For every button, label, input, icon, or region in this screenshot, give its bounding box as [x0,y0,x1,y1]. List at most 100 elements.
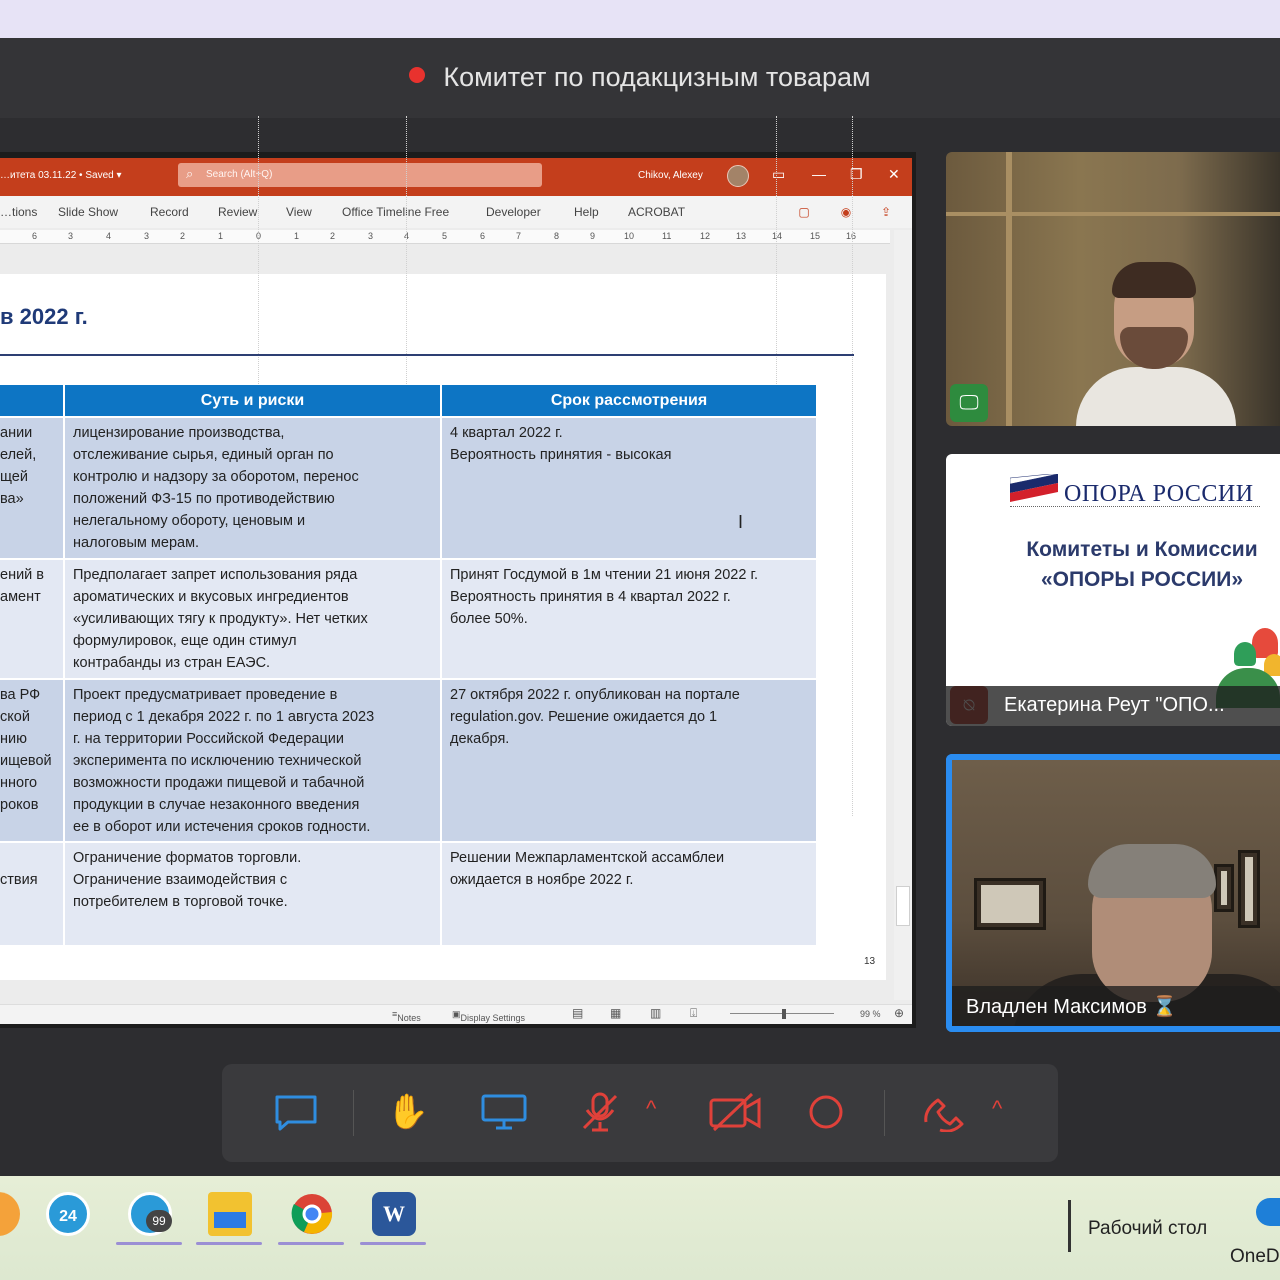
mic-options-chevron-icon[interactable]: ^ [646,1096,656,1122]
taskbar-meeting-app-icon[interactable]: 24 [46,1192,90,1236]
ruler-tick: 3 [368,231,374,241]
table-cell: Решении Межпарламентской ассамблеи ожида… [442,841,818,945]
ruler-tick: 13 [736,231,747,241]
table-cell: ва РФ ской нию ищевой нного роков [0,678,65,841]
search-placeholder: Search (Alt+Q) [206,169,273,180]
active-app-indicator [278,1242,344,1245]
ruler-tick: 11 [662,231,672,241]
tab-review[interactable]: Review [218,205,257,219]
file-name[interactable]: …итета 03.11.22 • Saved ▾ [0,170,121,181]
active-app-indicator [116,1242,182,1245]
tab-office-timeline[interactable]: Office Timeline Free [342,205,449,219]
camera-off-icon[interactable] [708,1092,762,1132]
opora-line1: Комитеты и Комиссии [1026,538,1258,561]
notes-label: Notes [397,1013,421,1023]
table-cell: ании елей, щей ва» [0,416,65,558]
table-cell: Принят Госдумой в 1м чтении 21 июня 2022… [442,558,818,678]
table-cell: 4 квартал 2022 г. Вероятность принятия -… [442,416,818,558]
search-icon: ⌕ [186,166,194,181]
tab-view[interactable]: View [286,205,312,219]
search-box[interactable]: ⌕ Search (Alt+Q) [178,163,542,187]
notes-button[interactable]: ≡ Notes [392,1009,421,1023]
participant-name: Екатерина Реут "ОПО... [946,686,1280,726]
screen-share-icon[interactable] [480,1092,528,1132]
table-cell: Предполагает запрет использования ряда а… [65,558,442,678]
comments-icon[interactable]: ▢ [794,202,814,222]
participant-video [1076,367,1236,426]
slide-sorter-icon[interactable]: ▦ [610,1006,621,1020]
active-app-indicator [360,1242,426,1245]
opora-logo-tagline [1010,506,1260,510]
tab-transitions[interactable]: …tions [0,205,37,219]
powerpoint-status-bar: ≡ Notes ▣ Display Settings ▤ ▦ ▥ ⍗ 99 % … [0,1004,912,1024]
wall-trim [1006,152,1012,426]
tab-acrobat[interactable]: ACROBAT [628,205,685,219]
tab-help[interactable]: Help [574,205,599,219]
ruler-tick: 8 [554,231,560,241]
tab-slide-show[interactable]: Slide Show [58,205,118,219]
table-header-col1 [0,385,65,416]
participant-tile-2[interactable]: ОПОРА РОССИИ Комитеты и Комиссии «ОПОРЫ … [946,454,1280,726]
file-explorer-icon[interactable] [208,1192,252,1236]
meeting-title: Комитет по подакцизным товарам [0,62,1280,93]
tab-developer[interactable]: Developer [486,205,541,219]
presenter-view-icon[interactable]: ⍗ [690,1006,697,1021]
ruler-tick: 1 [218,231,224,241]
hang-up-options-chevron-icon[interactable]: ^ [992,1096,1002,1122]
ribbon-display-icon[interactable]: ▭ [772,166,785,183]
close-icon[interactable]: ✕ [888,166,900,183]
word-icon[interactable]: W [372,1192,416,1236]
ruler-tick: 6 [32,231,38,241]
vertical-scrollbar[interactable] [894,230,912,1000]
wall-trim [946,212,1280,216]
ruler-tick: 5 [442,231,448,241]
show-desktop-divider [1068,1200,1071,1252]
normal-view-icon[interactable]: ▤ [572,1006,583,1020]
screen-share-icon: 🖵 [950,384,988,422]
taskbar-app-icon[interactable] [0,1192,20,1236]
notification-badge: 99 [146,1210,172,1232]
participant-video [1120,327,1188,369]
participant-video [1112,262,1196,298]
tab-record[interactable]: Record [150,205,189,219]
ruler-tick: 9 [590,231,596,241]
chrome-icon[interactable] [290,1192,334,1236]
ruler-tick: 6 [480,231,486,241]
horizontal-ruler: 6 3 4 3 2 1 0 1 2 3 4 5 6 7 8 9 10 11 12… [0,230,890,244]
wall-picture [974,878,1046,930]
top-strip [0,0,1280,38]
table-cell: ствия [0,841,65,945]
onedrive-cloud-icon[interactable] [1256,1198,1280,1226]
ruler-tick: 3 [144,231,150,241]
share-icon[interactable]: ⇪ [876,202,896,222]
chat-icon[interactable] [274,1092,318,1132]
participant-tile-3[interactable]: Владлен Максимов ⌛ [946,754,1280,1032]
user-name[interactable]: Chikov, Alexey [638,170,703,181]
record-icon[interactable] [806,1092,846,1132]
cathedral-illustration [1234,642,1256,666]
scrollbar-thumb[interactable] [896,886,910,926]
reading-view-icon[interactable]: ▥ [650,1006,661,1020]
divider [353,1090,354,1136]
ruler-tick: 12 [700,231,711,241]
zoom-level[interactable]: 99 % [860,1009,881,1019]
onedrive-label[interactable]: OneD [1230,1246,1280,1268]
zoom-slider-thumb[interactable] [782,1009,786,1019]
present-teams-icon[interactable]: ◉ [836,202,856,222]
participant-name: Владлен Максимов ⌛ [952,986,1280,1026]
table-cell: Ограничение форматов торговли. Ограничен… [65,841,442,945]
display-settings-label: Display Settings [460,1013,526,1023]
slide-page-number: 13 [864,956,876,967]
mic-off-icon[interactable] [578,1092,622,1132]
user-avatar[interactable] [727,165,749,187]
raise-hand-icon[interactable]: ✋ [386,1092,430,1132]
minimize-icon[interactable]: — [812,166,826,182]
active-app-indicator [196,1242,262,1245]
desktop-toolbar-label[interactable]: Рабочий стол [1088,1218,1207,1240]
participant-tile-1[interactable]: 🖵 [946,152,1280,426]
fit-slide-icon[interactable]: ⊕ [894,1006,904,1020]
ruler-tick: 2 [180,231,186,241]
hang-up-icon[interactable] [920,1092,970,1132]
ruler-tick: 14 [772,231,783,241]
display-settings-button[interactable]: ▣ Display Settings [452,1009,525,1023]
